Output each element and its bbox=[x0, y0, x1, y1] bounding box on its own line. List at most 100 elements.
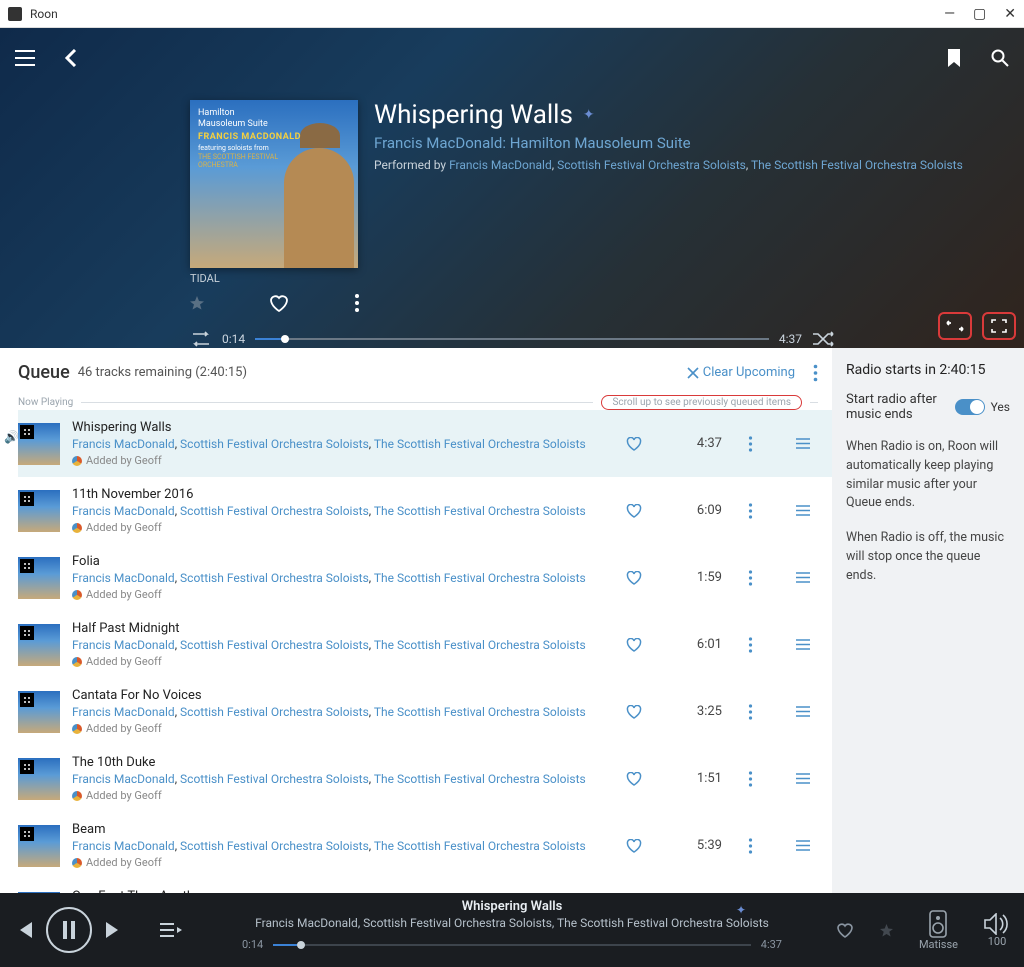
queue-artist-link[interactable]: Francis MacDonald bbox=[72, 504, 175, 518]
album-link[interactable]: Francis MacDonald: Hamilton Mausoleum Su… bbox=[374, 134, 691, 152]
fullscreen-button[interactable] bbox=[982, 312, 1016, 340]
queue-row-more-icon[interactable] bbox=[748, 436, 770, 452]
queue-row[interactable]: Cantata For No Voices Francis MacDonald,… bbox=[18, 678, 832, 745]
queue-artist-link[interactable]: Francis MacDonald bbox=[72, 437, 175, 451]
shuffle-icon[interactable] bbox=[812, 331, 834, 347]
queue-thumb[interactable] bbox=[18, 490, 60, 532]
queue-artist-link[interactable]: Scottish Festival Orchestra Soloists bbox=[180, 705, 369, 719]
progress-bar[interactable] bbox=[255, 338, 769, 340]
queue-row-reorder-icon[interactable] bbox=[796, 773, 818, 784]
queue-row-reorder-icon[interactable] bbox=[796, 505, 818, 516]
footer-favorite-icon[interactable] bbox=[836, 922, 854, 938]
minimize-button[interactable]: — bbox=[944, 6, 955, 22]
queue-thumb[interactable] bbox=[18, 423, 60, 465]
queue-row-more-icon[interactable] bbox=[748, 704, 770, 720]
queue-favorite-icon[interactable] bbox=[626, 839, 642, 853]
queue-favorite-icon[interactable] bbox=[626, 504, 642, 518]
queue-track-title[interactable]: Cantata For No Voices bbox=[72, 688, 614, 703]
queue-row-more-icon[interactable] bbox=[748, 771, 770, 787]
performer-link-0[interactable]: Francis MacDonald bbox=[449, 158, 552, 172]
queue-row[interactable]: One Foot Then Another Francis MacDonald,… bbox=[18, 879, 832, 893]
back-icon[interactable] bbox=[65, 49, 77, 67]
queue-favorite-icon[interactable] bbox=[626, 638, 642, 652]
album-art[interactable]: Hamilton Mausoleum Suite FRANCIS MACDONA… bbox=[190, 100, 358, 268]
favorite-icon[interactable] bbox=[269, 294, 289, 312]
queue-track-title[interactable]: Whispering Walls bbox=[72, 420, 614, 435]
search-icon[interactable] bbox=[991, 49, 1009, 67]
queue-row-reorder-icon[interactable] bbox=[796, 706, 818, 717]
queue-row[interactable]: The 10th Duke Francis MacDonald, Scottis… bbox=[18, 745, 832, 812]
queue-artist-link[interactable]: Francis MacDonald bbox=[72, 705, 175, 719]
queue-favorite-icon[interactable] bbox=[626, 571, 642, 585]
queue-artist-link[interactable]: Francis MacDonald bbox=[72, 638, 175, 652]
queue-artist-link[interactable]: Scottish Festival Orchestra Soloists bbox=[180, 437, 369, 451]
close-button[interactable]: ✕ bbox=[1004, 6, 1016, 22]
play-pause-button[interactable] bbox=[46, 907, 92, 953]
footer-artists[interactable]: Francis MacDonald, Scottish Festival Orc… bbox=[242, 916, 782, 930]
zone-selector[interactable]: Matisse bbox=[919, 910, 958, 951]
queue-artist-link[interactable]: Francis MacDonald bbox=[72, 571, 175, 585]
queue-thumb[interactable] bbox=[18, 825, 60, 867]
radio-panel: Radio starts in 2:40:15 Start radio afte… bbox=[832, 348, 1024, 893]
queue-row[interactable]: Beam Francis MacDonald, Scottish Festiva… bbox=[18, 812, 832, 879]
queue-row[interactable]: 11th November 2016 Francis MacDonald, Sc… bbox=[18, 477, 832, 544]
queue-thumb[interactable] bbox=[18, 624, 60, 666]
queue-artist-link[interactable]: The Scottish Festival Orchestra Soloists bbox=[374, 571, 586, 585]
queue-more-icon[interactable] bbox=[813, 364, 818, 382]
menu-icon[interactable] bbox=[15, 50, 35, 66]
pin-icon[interactable] bbox=[190, 296, 204, 310]
queue-row[interactable]: Half Past Midnight Francis MacDonald, Sc… bbox=[18, 611, 832, 678]
queue-thumb[interactable] bbox=[18, 557, 60, 599]
queue-row-more-icon[interactable] bbox=[748, 570, 770, 586]
queue-artist-link[interactable]: The Scottish Festival Orchestra Soloists bbox=[374, 638, 586, 652]
queue-row-reorder-icon[interactable] bbox=[796, 639, 818, 650]
queue-track-title[interactable]: 11th November 2016 bbox=[72, 487, 614, 502]
queue-artist-link[interactable]: The Scottish Festival Orchestra Soloists bbox=[374, 437, 586, 451]
performer-link-1[interactable]: Scottish Festival Orchestra Soloists bbox=[557, 158, 746, 172]
queue-thumb[interactable] bbox=[18, 691, 60, 733]
footer-progress-bar[interactable] bbox=[273, 944, 751, 946]
queue-artist-link[interactable]: The Scottish Festival Orchestra Soloists bbox=[374, 504, 586, 518]
performer-link-2[interactable]: The Scottish Festival Orchestra Soloists bbox=[751, 158, 963, 172]
swap-button[interactable] bbox=[938, 312, 972, 340]
queue-artist-link[interactable]: Scottish Festival Orchestra Soloists bbox=[180, 839, 369, 853]
queue-row-reorder-icon[interactable] bbox=[796, 572, 818, 583]
queue-artist-link[interactable]: The Scottish Festival Orchestra Soloists bbox=[374, 705, 586, 719]
radio-toggle[interactable] bbox=[955, 399, 985, 415]
queue-track-title[interactable]: Half Past Midnight bbox=[72, 621, 614, 636]
queue-row-more-icon[interactable] bbox=[748, 637, 770, 653]
queue-row[interactable]: 🔊 Whispering Walls Francis MacDonald, Sc… bbox=[18, 410, 832, 477]
bookmark-icon[interactable] bbox=[947, 49, 961, 67]
queue-row-reorder-icon[interactable] bbox=[796, 840, 818, 851]
queue-artist-link[interactable]: Scottish Festival Orchestra Soloists bbox=[180, 638, 369, 652]
queue-added-by: Added by Geoff bbox=[72, 856, 614, 869]
next-track-button[interactable] bbox=[106, 922, 124, 938]
queue-row[interactable]: Folia Francis MacDonald, Scottish Festiv… bbox=[18, 544, 832, 611]
prev-track-button[interactable] bbox=[14, 922, 32, 938]
queue-track-title[interactable]: The 10th Duke bbox=[72, 755, 614, 770]
queue-artist-link[interactable]: Scottish Festival Orchestra Soloists bbox=[180, 504, 369, 518]
queue-favorite-icon[interactable] bbox=[626, 437, 642, 451]
more-icon[interactable] bbox=[354, 293, 360, 313]
queue-row-more-icon[interactable] bbox=[748, 838, 770, 854]
queue-row-more-icon[interactable] bbox=[748, 503, 770, 519]
repeat-icon[interactable] bbox=[190, 331, 212, 347]
queue-thumb[interactable] bbox=[18, 758, 60, 800]
queue-favorite-icon[interactable] bbox=[626, 705, 642, 719]
volume-control[interactable]: 100 bbox=[984, 913, 1010, 948]
maximize-button[interactable]: ▢ bbox=[973, 6, 986, 22]
queue-track-title[interactable]: Beam bbox=[72, 822, 614, 837]
footer-track-title[interactable]: Whispering Walls bbox=[462, 899, 563, 914]
queue-favorite-icon[interactable] bbox=[626, 772, 642, 786]
queue-artist-link[interactable]: Francis MacDonald bbox=[72, 772, 175, 786]
queue-artist-link[interactable]: The Scottish Festival Orchestra Soloists bbox=[374, 772, 586, 786]
queue-artist-link[interactable]: Francis MacDonald bbox=[72, 839, 175, 853]
clear-upcoming-button[interactable]: Clear Upcoming bbox=[687, 365, 795, 380]
queue-artist-link[interactable]: Scottish Festival Orchestra Soloists bbox=[180, 571, 369, 585]
queue-artist-link[interactable]: Scottish Festival Orchestra Soloists bbox=[180, 772, 369, 786]
footer-pin-icon[interactable] bbox=[880, 924, 893, 937]
queue-icon[interactable] bbox=[160, 922, 182, 938]
queue-artist-link[interactable]: The Scottish Festival Orchestra Soloists bbox=[374, 839, 586, 853]
queue-track-title[interactable]: Folia bbox=[72, 554, 614, 569]
queue-row-reorder-icon[interactable] bbox=[796, 438, 818, 449]
